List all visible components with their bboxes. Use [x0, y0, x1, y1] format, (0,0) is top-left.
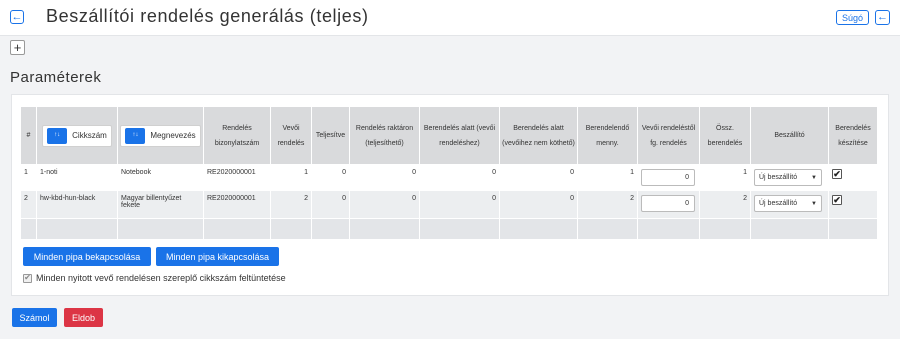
discard-button[interactable]: Eldob	[64, 308, 103, 327]
include-all-open-orders-option[interactable]: ✔ Minden nyitott vevő rendelésen szerepl…	[23, 273, 286, 283]
row-order-in-stock: 0	[349, 164, 420, 191]
col-header-sku[interactable]: ↑↓ Cikkszám	[36, 106, 118, 165]
row-customer-order: 1	[270, 164, 312, 191]
calculate-button[interactable]: Számol	[12, 308, 57, 327]
col-header-total-order: Össz. berendelés	[699, 106, 751, 165]
row-create-order-cell: ✔	[828, 190, 878, 219]
order-table: # ↑↓ Cikkszám ↑↓ Megnevezés Rendelés biz…	[20, 106, 878, 240]
row-supplier-cell: Új beszállító ▼	[750, 190, 829, 219]
col-header-name[interactable]: ↑↓ Megnevezés	[117, 106, 204, 165]
page-header: ← Beszállítói rendelés generálás (teljes…	[0, 0, 900, 36]
row-order-number: RE2020000001	[203, 164, 271, 191]
col-header-order-number: Rendelés bizonylatszám	[203, 106, 271, 165]
sort-name-button[interactable]: ↑↓ Megnevezés	[120, 124, 201, 147]
row-index: 1	[20, 164, 37, 191]
row-fulfilled: 0	[311, 164, 350, 191]
section-title: Paraméterek	[10, 69, 102, 86]
caret-down-icon: ▼	[811, 174, 817, 181]
table-row: 2 hw-kbd-hun-black Magyar billentyűzet f…	[20, 190, 878, 219]
add-button[interactable]: +	[10, 40, 25, 55]
supplier-select[interactable]: Új beszállító ▼	[754, 195, 822, 212]
col-header-ordering-for-customer: Berendelés alatt (vevői rendeléshez)	[419, 106, 500, 165]
include-all-open-orders-checkbox[interactable]: ✔	[23, 273, 32, 283]
row-create-order-cell: ✔	[828, 164, 878, 191]
supplier-select-value: Új beszállító	[759, 174, 798, 181]
col-header-qty-to-order: Berendelendő menny.	[577, 106, 638, 165]
row-ordering-for-customer: 0	[419, 190, 500, 219]
row-order-in-stock: 0	[349, 190, 420, 219]
help-button[interactable]: Súgó	[836, 10, 869, 25]
row-fulfilled: 0	[311, 190, 350, 219]
name-header-label: Megnevezés	[150, 131, 196, 140]
row-qty-to-order: 2	[577, 190, 638, 219]
row-supplier-cell: Új beszállító ▼	[750, 164, 829, 191]
row-total-order: 2	[699, 190, 751, 219]
row-index: 2	[20, 190, 37, 219]
col-header-supplier: Beszállító	[750, 106, 829, 165]
caret-down-icon: ▼	[811, 200, 817, 207]
plus-icon: +	[13, 40, 22, 55]
row-customer-order-dep-cell: 0	[637, 190, 700, 219]
col-header-customer-order: Vevői rendelés	[270, 106, 312, 165]
page-title: Beszállítói rendelés generálás (teljes)	[46, 6, 369, 26]
uncheck-all-button[interactable]: Minden pipa kikapcsolása	[156, 247, 279, 266]
col-header-order-in-stock: Rendelés raktáron (teljesíthető)	[349, 106, 420, 165]
row-name: Magyar billentyűzet fekete	[117, 190, 204, 219]
arrow-left-icon: ←	[877, 11, 888, 23]
table-row: 1 1-noti Notebook RE2020000001 1 0 0 0 0…	[20, 164, 878, 191]
table-summary-row	[20, 218, 878, 240]
row-sku: 1-noti	[36, 164, 118, 191]
col-header-fulfilled: Teljesítve	[311, 106, 350, 165]
row-ordering-for-customer: 0	[419, 164, 500, 191]
row-customer-order: 2	[270, 190, 312, 219]
row-total-order: 1	[699, 164, 751, 191]
arrow-left-icon: ←	[11, 10, 23, 23]
check-all-button[interactable]: Minden pipa bekapcsolása	[23, 247, 151, 266]
include-all-open-orders-label: Minden nyitott vevő rendelésen szereplő …	[36, 273, 286, 283]
row-sku: hw-kbd-hun-black	[36, 190, 118, 219]
back-button-right[interactable]: ←	[875, 10, 890, 25]
row-order-number: RE2020000001	[203, 190, 271, 219]
create-order-checkbox[interactable]: ✔	[832, 195, 842, 205]
row-qty-to-order: 1	[577, 164, 638, 191]
col-header-ordering-unlinked: Berendelés alatt (vevőihez nem köthető)	[499, 106, 578, 165]
quantity-input[interactable]: 0	[641, 169, 695, 186]
sort-sku-button[interactable]: ↑↓ Cikkszám	[42, 124, 112, 147]
sku-header-label: Cikkszám	[72, 131, 107, 140]
back-button[interactable]: ←	[10, 10, 24, 24]
parameters-panel: # ↑↓ Cikkszám ↑↓ Megnevezés Rendelés biz…	[11, 94, 889, 296]
row-ordering-unlinked: 0	[499, 164, 578, 191]
create-order-checkbox[interactable]: ✔	[832, 169, 842, 179]
col-header-customer-order-dep: Vevői rendeléstől fg. rendelés	[637, 106, 700, 165]
quantity-input[interactable]: 0	[641, 195, 695, 212]
sort-icon: ↑↓	[125, 127, 146, 144]
sort-icon: ↑↓	[47, 127, 68, 144]
row-ordering-unlinked: 0	[499, 190, 578, 219]
row-customer-order-dep-cell: 0	[637, 164, 700, 191]
row-name: Notebook	[117, 164, 204, 191]
col-header-create-order: Berendelés készítése	[828, 106, 878, 165]
supplier-select-value: Új beszállító	[759, 200, 798, 207]
supplier-select[interactable]: Új beszállító ▼	[754, 169, 822, 186]
col-header-index: #	[20, 106, 37, 165]
